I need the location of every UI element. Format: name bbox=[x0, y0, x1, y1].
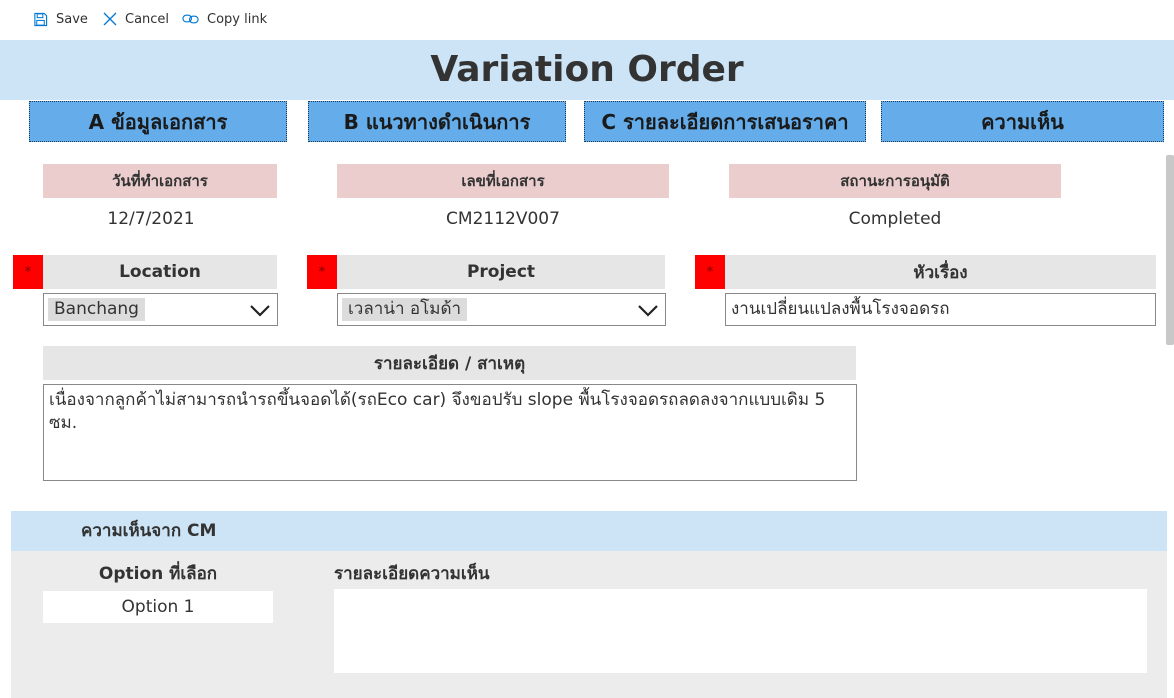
tab-quotation-details[interactable]: C รายละเอียดการเสนอราคา bbox=[584, 101, 866, 142]
project-selected-value: เวลาน่า อโมด้า bbox=[342, 298, 468, 321]
tab-document-info[interactable]: A ข้อมูลเอกสาร bbox=[29, 101, 287, 142]
location-selected-value: Banchang bbox=[48, 298, 145, 321]
doc-number-value: CM2112V007 bbox=[446, 209, 560, 229]
title-band: Variation Order bbox=[0, 40, 1174, 100]
vertical-scrollbar[interactable] bbox=[1166, 155, 1174, 345]
subject-label: หัวเรื่อง bbox=[725, 255, 1156, 289]
doc-number-label: เลขที่เอกสาร bbox=[337, 164, 669, 198]
cancel-label: Cancel bbox=[125, 11, 170, 27]
tab-label: A ข้อมูลเอกสาร bbox=[88, 109, 228, 134]
comment-detail-label: รายละเอียดความเห็น bbox=[334, 564, 490, 584]
copy-link-button[interactable]: Copy link bbox=[182, 9, 267, 29]
required-marker: * bbox=[695, 255, 725, 289]
project-label: Project bbox=[337, 255, 665, 289]
doc-date-value: 12/7/2021 bbox=[107, 209, 195, 229]
page-title: Variation Order bbox=[430, 49, 744, 90]
tab-approach[interactable]: B แนวทางดำเนินการ bbox=[308, 101, 566, 142]
approval-status-label: สถานะการอนุมัติ bbox=[729, 164, 1061, 198]
save-label: Save bbox=[56, 11, 88, 27]
close-icon bbox=[103, 12, 117, 26]
detail-label: รายละเอียด / สาเหตุ bbox=[43, 346, 856, 380]
chevron-down-icon bbox=[638, 305, 658, 317]
option-selected-label: Option ที่เลือก bbox=[98, 564, 218, 584]
link-icon bbox=[182, 14, 199, 24]
chevron-down-icon bbox=[250, 305, 270, 317]
required-marker: * bbox=[307, 255, 337, 289]
cm-section-title: ความเห็นจาก CM bbox=[81, 521, 217, 541]
comment-detail-textarea[interactable] bbox=[334, 589, 1147, 673]
command-bar: Save Cancel Copy link bbox=[0, 0, 1174, 38]
save-button[interactable]: Save bbox=[33, 9, 88, 29]
tab-comments[interactable]: ความเห็น bbox=[881, 101, 1164, 142]
doc-date-label: วันที่ทำเอกสาร bbox=[43, 164, 277, 198]
save-icon bbox=[34, 12, 48, 26]
cancel-button[interactable]: Cancel bbox=[103, 9, 169, 29]
required-marker: * bbox=[13, 255, 43, 289]
tab-label: C รายละเอียดการเสนอราคา bbox=[601, 109, 849, 134]
project-dropdown[interactable]: เวลาน่า อโมด้า bbox=[337, 293, 666, 326]
tab-label: B แนวทางดำเนินการ bbox=[343, 109, 531, 134]
location-label: Location bbox=[43, 255, 277, 289]
approval-status-value: Completed bbox=[848, 209, 942, 229]
tab-label: ความเห็น bbox=[981, 109, 1064, 134]
location-dropdown[interactable]: Banchang bbox=[43, 293, 278, 326]
subject-input[interactable]: งานเปลี่ยนแปลงพื้นโรงจอดรถ bbox=[725, 293, 1156, 326]
cm-section-header: ความเห็นจาก CM bbox=[11, 511, 1167, 551]
copy-link-label: Copy link bbox=[207, 11, 268, 27]
detail-textarea[interactable]: เนื่องจากลูกค้าไม่สามารถนำรถขึ้นจอดได้(ร… bbox=[43, 384, 857, 481]
option-selected-field[interactable]: Option 1 bbox=[43, 591, 273, 623]
